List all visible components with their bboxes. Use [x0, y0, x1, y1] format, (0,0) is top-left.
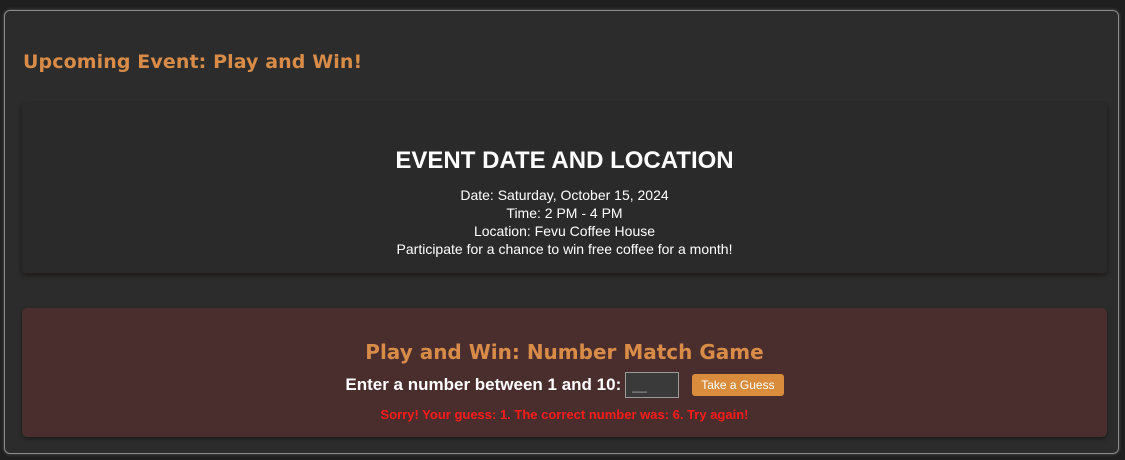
- guess-input[interactable]: [625, 372, 680, 398]
- game-title: Play and Win: Number Match Game: [365, 340, 764, 364]
- take-a-guess-button[interactable]: Take a Guess: [692, 374, 784, 396]
- event-details: Date: Saturday, October 15, 2024 Time: 2…: [22, 186, 1107, 258]
- event-prize: Participate for a chance to win free cof…: [396, 241, 733, 257]
- event-heading: EVENT DATE AND LOCATION: [395, 147, 734, 174]
- number-match-game: Play and Win: Number Match Game Enter a …: [22, 308, 1107, 437]
- event-panel: Upcoming Event: Play and Win! EVENT DATE…: [4, 10, 1119, 454]
- guess-prompt: Enter a number between 1 and 10:: [345, 375, 622, 394]
- event-location: Location: Fevu Coffee House: [473, 223, 656, 239]
- event-time: Time: 2 PM - 4 PM: [506, 205, 623, 221]
- guess-row: Enter a number between 1 and 10: Take a …: [22, 372, 1107, 398]
- section-title: Upcoming Event: Play and Win!: [23, 51, 363, 73]
- event-date: Date: Saturday, October 15, 2024: [460, 187, 669, 203]
- guess-result-message: Sorry! Your guess: 1. The correct number…: [380, 407, 749, 422]
- event-details-card: EVENT DATE AND LOCATION Date: Saturday, …: [22, 103, 1107, 273]
